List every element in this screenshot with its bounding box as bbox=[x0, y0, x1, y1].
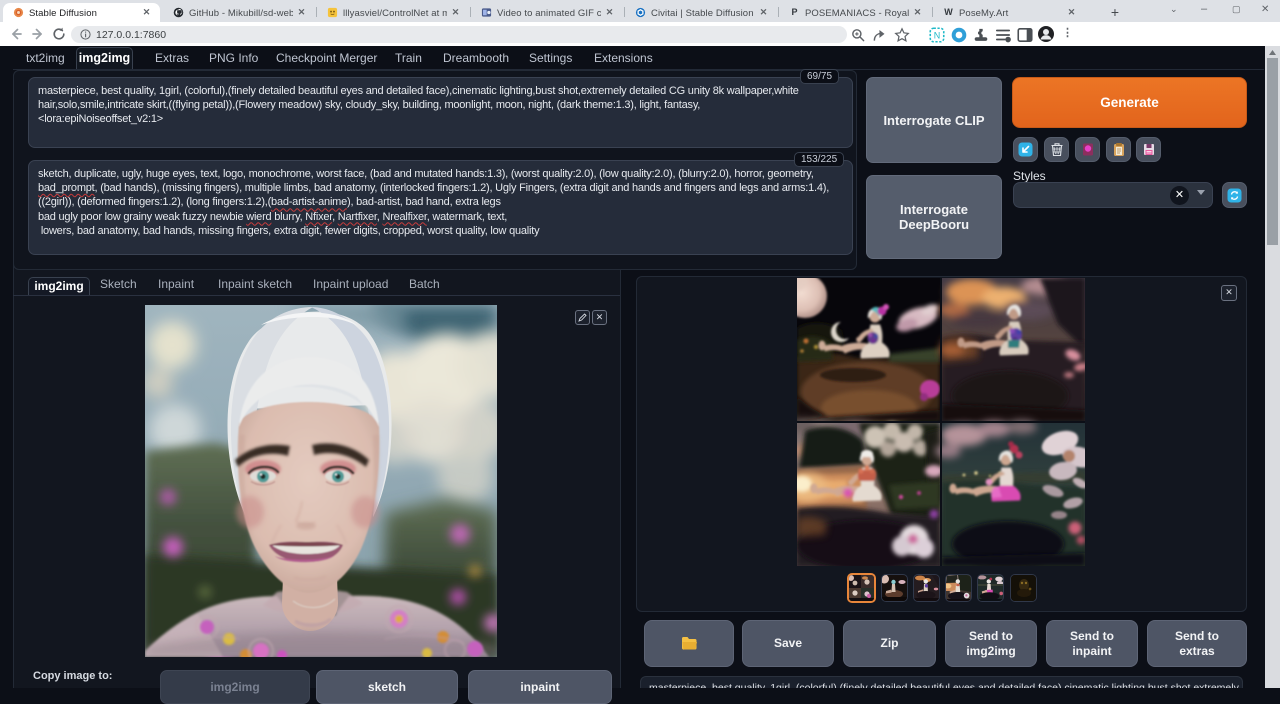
svg-text:N: N bbox=[934, 30, 941, 40]
